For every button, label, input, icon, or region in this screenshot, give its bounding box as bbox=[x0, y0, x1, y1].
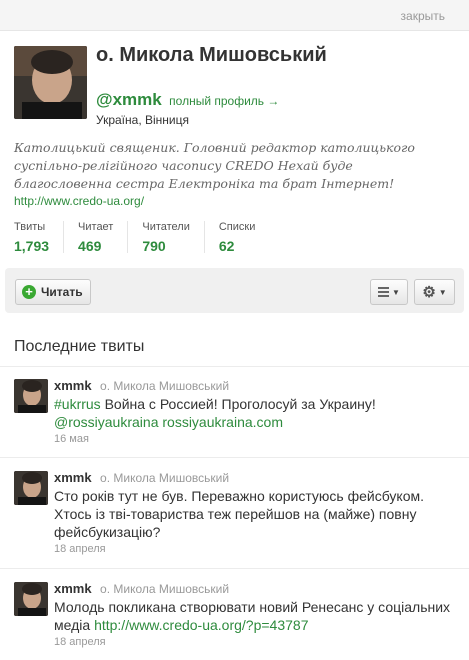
stat-label: Читает bbox=[78, 221, 114, 233]
chevron-down-icon: ▼ bbox=[392, 287, 400, 297]
close-link[interactable]: закрыть bbox=[401, 9, 445, 23]
tweet-item: xmmk о. Микола Мишовський #ukrrus Война … bbox=[0, 367, 469, 458]
list-menu-button[interactable]: ▼ bbox=[370, 279, 408, 305]
tweet-item: xmmk о. Микола Мишовський Молодь поклика… bbox=[0, 570, 469, 660]
tweet-header: xmmk о. Микола Мишовський bbox=[54, 580, 229, 598]
tweet-username[interactable]: xmmk bbox=[54, 470, 92, 485]
tweet-url-link[interactable]: rossiyaukraina.com bbox=[162, 414, 283, 430]
profile-bio: Католицький священик. Головний редактор … bbox=[14, 140, 415, 191]
avatar-photo bbox=[14, 471, 48, 505]
stat-tweets[interactable]: Твиты 1,793 bbox=[14, 221, 65, 254]
tweet-date[interactable]: 16 мая bbox=[54, 433, 89, 445]
stat-lists[interactable]: Списки 62 bbox=[218, 221, 270, 254]
stat-label: Списки bbox=[218, 221, 256, 233]
stat-label: Твиты bbox=[14, 221, 46, 233]
action-bar: + Читать ▼ ⚙ ▼ bbox=[5, 268, 464, 313]
profile-url-link[interactable]: http://www.credo-ua.org/ bbox=[14, 194, 144, 208]
tweet-text: #ukrrus Война с Россией! Проголосуй за У… bbox=[54, 395, 459, 431]
stat-value: 62 bbox=[218, 238, 235, 254]
tweet-avatar[interactable] bbox=[14, 471, 48, 505]
stat-following[interactable]: Читает 469 bbox=[78, 221, 129, 254]
chevron-down-icon: ▼ bbox=[438, 287, 447, 297]
tweet-date[interactable]: 18 апреля bbox=[54, 543, 106, 555]
tweet-item: xmmk о. Микола Мишовський Сто років тут … bbox=[0, 459, 469, 569]
tweet-date[interactable]: 18 апреля bbox=[54, 636, 106, 648]
tweet-text-body: Война с Россией! Проголосуй за Украину! bbox=[100, 396, 376, 412]
plus-icon: + bbox=[22, 285, 36, 299]
profile-location: Україна, Вінниця bbox=[96, 113, 189, 127]
avatar-photo bbox=[14, 46, 87, 119]
tweet-fullname: о. Микола Мишовський bbox=[100, 471, 230, 485]
list-icon bbox=[378, 287, 390, 297]
stat-label: Читатели bbox=[142, 221, 190, 233]
recent-tweets-title: Последние твиты bbox=[14, 338, 145, 355]
tweet-url-link[interactable]: http://www.credo-ua.org/?p=43787 bbox=[94, 617, 308, 633]
tweet-avatar[interactable] bbox=[14, 582, 48, 616]
full-profile-link[interactable]: полный профиль → bbox=[169, 94, 279, 108]
tweet-fullname: о. Микола Мишовський bbox=[100, 582, 230, 596]
tweet-text: Сто років тут не був. Переважно користую… bbox=[54, 488, 424, 540]
follow-label: Читать bbox=[41, 285, 83, 299]
avatar-photo bbox=[14, 582, 48, 616]
handle-line: @xmmk полный профиль → bbox=[96, 90, 279, 110]
tweet-text: Молодь покликана створювати новий Ренеса… bbox=[54, 598, 459, 634]
mention-link[interactable]: @rossiyaukraina bbox=[54, 414, 158, 430]
tweet-username[interactable]: xmmk bbox=[54, 378, 92, 393]
tweet-fullname: о. Микола Мишовський bbox=[100, 379, 230, 393]
settings-menu-button[interactable]: ⚙ ▼ bbox=[414, 279, 455, 305]
profile-stats: Твиты 1,793 Читает 469 Читатели 790 Спис… bbox=[14, 221, 283, 254]
stat-value: 790 bbox=[142, 238, 166, 254]
tweet-avatar[interactable] bbox=[14, 379, 48, 413]
stat-value: 1,793 bbox=[14, 238, 50, 254]
stat-followers[interactable]: Читатели 790 bbox=[142, 221, 205, 254]
profile-avatar[interactable] bbox=[14, 46, 87, 119]
gear-icon: ⚙ bbox=[422, 283, 436, 301]
avatar-photo bbox=[14, 379, 48, 413]
tweet-header: xmmk о. Микола Мишовський bbox=[54, 469, 229, 487]
tweet-username[interactable]: xmmk bbox=[54, 581, 92, 596]
profile-name: о. Микола Мишовський bbox=[96, 44, 327, 66]
profile-handle[interactable]: @xmmk bbox=[96, 90, 162, 109]
follow-button[interactable]: + Читать bbox=[15, 279, 91, 305]
stat-value: 469 bbox=[78, 238, 102, 254]
tweet-header: xmmk о. Микола Мишовський bbox=[54, 377, 229, 395]
hashtag-link[interactable]: #ukrrus bbox=[54, 396, 101, 412]
top-bar: закрыть bbox=[0, 0, 469, 31]
